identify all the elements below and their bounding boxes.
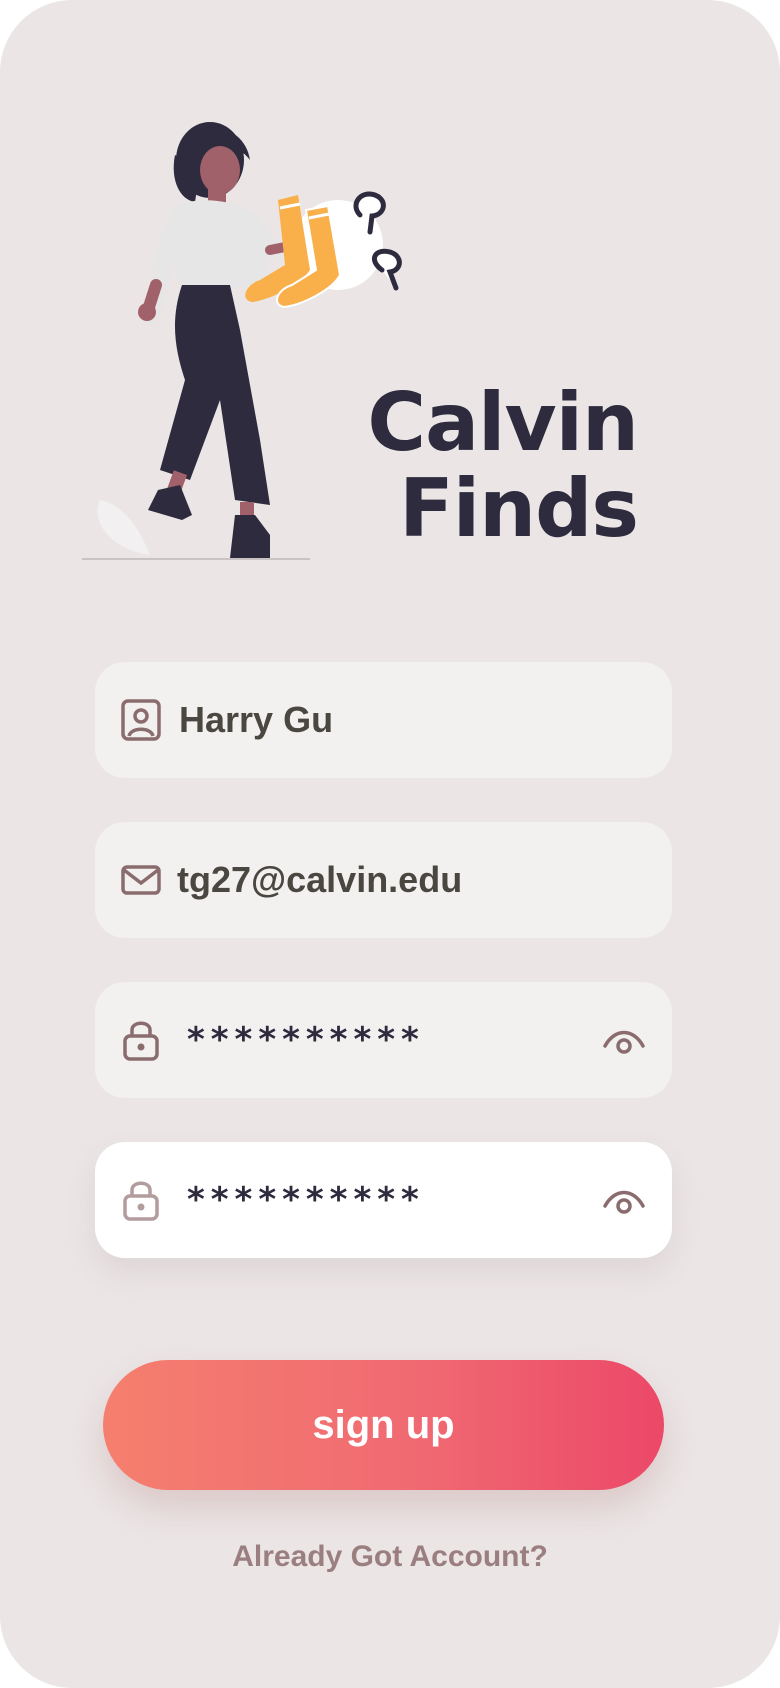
name-field[interactable]: Harry Gu xyxy=(95,662,672,778)
password-field[interactable]: ********** xyxy=(95,982,672,1098)
phone-screen: Calvin Finds Harry Gu tg27@calvin.edu **… xyxy=(0,0,780,1688)
user-icon xyxy=(121,699,161,741)
confirm-password-value: ********** xyxy=(187,1180,425,1220)
mail-icon xyxy=(121,865,161,895)
email-field[interactable]: tg27@calvin.edu xyxy=(95,822,672,938)
password-value: ********** xyxy=(187,1020,425,1060)
eye-icon[interactable] xyxy=(600,1016,648,1064)
app-title: Calvin Finds xyxy=(367,376,639,555)
lock-icon xyxy=(123,1021,159,1061)
signup-button[interactable]: sign up xyxy=(103,1360,664,1490)
login-link[interactable]: Already Got Account? xyxy=(0,1540,780,1574)
email-value: tg27@calvin.edu xyxy=(177,859,463,900)
lock-icon xyxy=(123,1181,159,1221)
app-title-line1: Calvin xyxy=(367,376,639,469)
app-title-line2: Finds xyxy=(399,462,639,555)
confirm-password-field[interactable]: ********** xyxy=(95,1142,672,1258)
name-value: Harry Gu xyxy=(179,699,334,740)
eye-icon[interactable] xyxy=(600,1176,648,1224)
